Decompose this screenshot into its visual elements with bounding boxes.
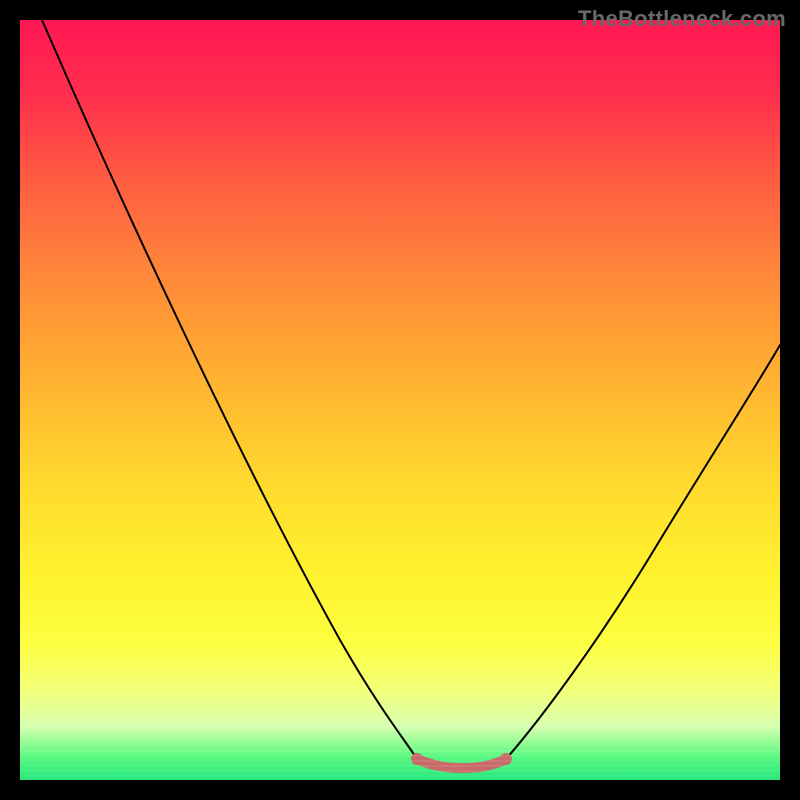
chart-stage: TheBottleneck.com — [0, 0, 800, 800]
optimal-zone-end-dot — [500, 753, 512, 765]
chart-plot-area — [20, 20, 780, 780]
curve-svg — [20, 20, 780, 780]
watermark-text: TheBottleneck.com — [578, 6, 786, 32]
optimal-zone-start-dot — [411, 753, 423, 765]
curve-right — [506, 345, 780, 759]
optimal-zone-marker — [417, 759, 506, 768]
curve-left — [42, 20, 417, 759]
